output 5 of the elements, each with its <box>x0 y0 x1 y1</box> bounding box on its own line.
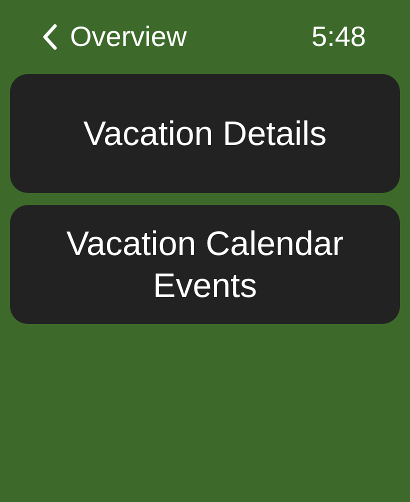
clock-time: 5:48 <box>312 21 366 53</box>
menu-button[interactable]: Vacation Calendar Events <box>10 205 400 324</box>
menu-button[interactable]: Vacation Details <box>10 74 400 193</box>
chevron-left-icon <box>42 23 58 51</box>
back-button[interactable]: Overview <box>42 21 187 53</box>
